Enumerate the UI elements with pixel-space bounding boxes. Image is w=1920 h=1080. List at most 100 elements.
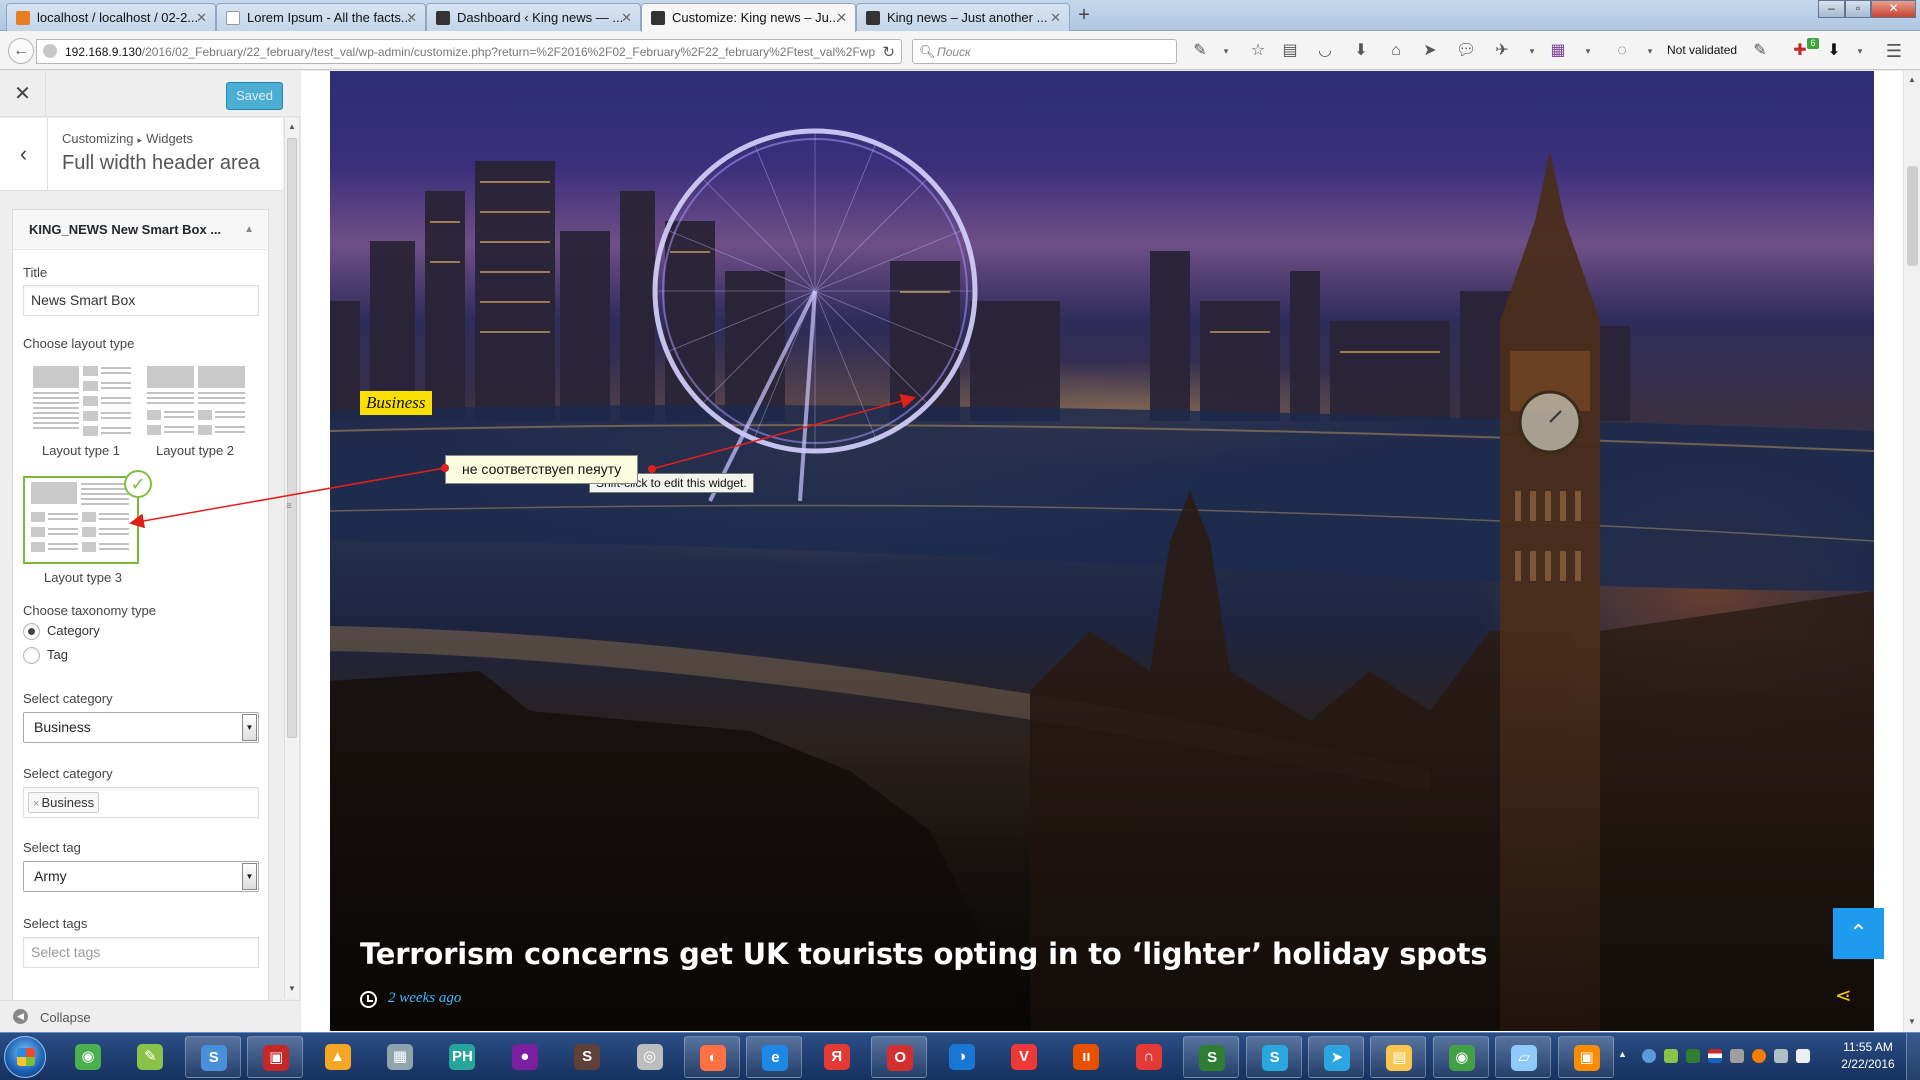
categories-multiselect[interactable]: × Business (23, 787, 259, 818)
site-info-icon[interactable] (43, 44, 57, 58)
category-badge[interactable]: Business (360, 391, 432, 415)
close-tab-icon[interactable]: ✕ (196, 4, 207, 31)
status-icon[interactable]: ◌ (1612, 41, 1632, 61)
select-arrow-icon[interactable]: ▼ (242, 863, 257, 890)
taskbar-app-photos[interactable]: ▣ (1557, 1036, 1614, 1078)
preview-scroll-thumb[interactable] (1907, 166, 1918, 266)
taskbar-app-explorer[interactable]: ▤ (1370, 1036, 1427, 1078)
collapse-button[interactable]: ◀ Collapse (0, 1000, 300, 1032)
taskbar-app-telegram[interactable]: ➤ (1308, 1036, 1364, 1078)
dropdown-icon[interactable]: ▾ (1850, 41, 1870, 61)
maximize-window-button[interactable]: ▫ (1845, 0, 1871, 18)
new-tab-button[interactable]: + (1072, 3, 1096, 29)
dropdown-icon[interactable]: ▾ (1216, 41, 1236, 61)
saved-button[interactable]: Saved (226, 82, 283, 110)
hero-slide-image[interactable]: Business Terrorism concerns get UK touri… (330, 71, 1874, 1031)
taskbar-app-sublime[interactable]: S (184, 1036, 241, 1078)
layout-type-3-option[interactable]: ✓ Layout type 3 (23, 470, 152, 585)
tray-app-icon[interactable] (1664, 1049, 1678, 1063)
taskbar-app-chrome[interactable]: ◉ (60, 1036, 116, 1078)
post-date[interactable]: 2 weeks ago (388, 990, 461, 1007)
layout-type-2-option[interactable]: Layout type 2 (139, 362, 251, 458)
scroll-down-icon[interactable]: ▼ (1908, 1017, 1916, 1026)
show-desktop-button[interactable] (1906, 1033, 1920, 1080)
clipboard-icon[interactable]: ✎ (1750, 41, 1770, 61)
search-input[interactable]: 🔍︎ Поиск (912, 39, 1177, 64)
widget-title-bar[interactable]: KING_NEWS New Smart Box ... ▲ (13, 210, 268, 250)
tray-app-icon[interactable] (1730, 1049, 1744, 1063)
tab-lorem-ipsum[interactable]: Lorem Ipsum - All the facts... ✕ (216, 3, 426, 31)
pocket-icon[interactable]: ◡ (1315, 41, 1335, 61)
tray-app-icon[interactable] (1686, 1049, 1700, 1063)
section-back-button[interactable]: ‹ (0, 118, 48, 191)
tab-king-news[interactable]: King news – Just another ... ✕ (856, 3, 1070, 31)
remove-chip-icon[interactable]: × (33, 798, 39, 810)
edit-icon[interactable]: ✎ (1190, 41, 1210, 61)
tray-app-icon[interactable] (1642, 1049, 1656, 1063)
start-button[interactable] (4, 1036, 46, 1078)
reload-icon[interactable]: ↻ (882, 43, 895, 61)
dropdown-icon[interactable]: ▾ (1522, 41, 1542, 61)
tray-app-icon[interactable] (1752, 1049, 1766, 1063)
taskbar-app-firefox2[interactable]: ◑ (934, 1036, 990, 1078)
home-icon[interactable]: ⌂ (1386, 41, 1406, 61)
downloads-icon[interactable]: ⬇ (1824, 41, 1844, 61)
taskbar-app-skype[interactable]: S (1245, 1036, 1302, 1078)
tags-multiselect[interactable]: Select tags (23, 937, 259, 968)
menu-icon[interactable]: ☰ (1884, 41, 1904, 61)
taskbar-app-chrome2[interactable]: ◉ (1432, 1036, 1489, 1078)
taskbar-app-yandex[interactable]: Я (809, 1036, 865, 1078)
taskbar-app-tool[interactable]: PH (434, 1036, 490, 1078)
close-tab-icon[interactable]: ✕ (836, 4, 847, 31)
send-icon[interactable]: ➤ (1420, 41, 1440, 61)
language-flag-icon[interactable] (1708, 1049, 1722, 1063)
network-icon[interactable] (1774, 1049, 1788, 1063)
taxonomy-category-radio[interactable] (23, 623, 40, 640)
scroll-up-icon[interactable]: ▲ (1908, 75, 1916, 84)
tray-expand-icon[interactable]: ▲ (1618, 1049, 1632, 1063)
download-icon[interactable]: ⬇ (1351, 41, 1371, 61)
close-tab-icon[interactable]: ✕ (621, 4, 632, 31)
layout-type-1-option[interactable]: Layout type 1 (25, 362, 137, 458)
category-chip[interactable]: × Business (28, 792, 100, 813)
validation-status[interactable]: Not validated (1667, 43, 1737, 57)
category-select[interactable]: Business ▼ (23, 712, 259, 743)
close-customizer-button[interactable]: ✕ (0, 71, 46, 117)
system-clock[interactable]: 11:55 AM 2/22/2016 (1839, 1039, 1897, 1073)
chat-icon[interactable]: 💬︎ (1456, 41, 1476, 61)
taskbar-app-mask[interactable]: ◎ (622, 1036, 678, 1078)
panel-scrollbar[interactable]: ▲ ▼ (284, 118, 299, 998)
taskbar-app-avast[interactable]: ▲ (310, 1036, 366, 1078)
taskbar-app-anydesk[interactable]: ∩ (1121, 1036, 1177, 1078)
taxonomy-tag-radio[interactable] (23, 647, 40, 664)
share-icon[interactable]: ⋖ (1835, 983, 1852, 1008)
dropdown-icon[interactable]: ▾ (1640, 41, 1660, 61)
address-bar[interactable]: 192.168.9.130/2016/02_February/22_februa… (36, 39, 902, 64)
title-field[interactable]: News Smart Box (23, 285, 259, 316)
close-tab-icon[interactable]: ✕ (406, 4, 417, 31)
tab-dashboard[interactable]: Dashboard ‹ King news — ... ✕ (426, 3, 641, 31)
minimize-window-button[interactable]: – (1818, 0, 1845, 18)
tab-localhost[interactable]: localhost / localhost / 02-2... ✕ (6, 3, 216, 31)
collapse-widget-icon[interactable]: ▲ (244, 210, 254, 250)
taskbar-app-notes[interactable]: ▱ (1495, 1036, 1552, 1078)
taxonomy-category-label[interactable]: Category (47, 623, 100, 638)
close-tab-icon[interactable]: ✕ (1050, 4, 1061, 31)
taskbar-app-vivaldi[interactable]: V (996, 1036, 1052, 1078)
taskbar-app-plugins[interactable]: ıı (1058, 1036, 1114, 1078)
taskbar-app-opera[interactable]: O (871, 1036, 928, 1078)
back-button[interactable]: ← (8, 38, 34, 64)
taskbar-app-sapp[interactable]: S (1183, 1036, 1240, 1078)
preview-scrollbar[interactable]: ▲ ▼ (1903, 71, 1920, 1032)
url-text[interactable]: 192.168.9.130/2016/02_February/22_februa… (65, 45, 875, 59)
scroll-up-icon[interactable]: ▲ (288, 122, 296, 131)
bookmark-star-icon[interactable]: ☆ (1248, 41, 1268, 61)
taskbar-app-calculator[interactable]: ▦ (372, 1036, 428, 1078)
resize-handle-icon[interactable]: ≡ (286, 501, 292, 512)
post-headline[interactable]: Terrorism concerns get UK tourists optin… (360, 937, 1487, 971)
tools-icon[interactable]: ✈ (1492, 41, 1512, 61)
tab-customize[interactable]: Customize: King news – Ju... ✕ (641, 3, 856, 32)
taskbar-app-sublime2[interactable]: S (559, 1036, 615, 1078)
close-window-button[interactable]: ✕ (1871, 0, 1916, 18)
taskbar-app-purple[interactable]: ● (497, 1036, 553, 1078)
